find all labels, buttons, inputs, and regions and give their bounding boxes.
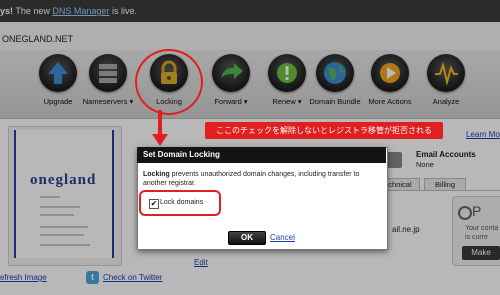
checkbox-highlight-box — [139, 190, 221, 216]
ok-button[interactable]: OK — [228, 231, 266, 245]
dialog-description-bold: Locking — [143, 171, 170, 178]
dialog-title: Set Domain Locking — [137, 147, 386, 163]
dialog-description-text: prevents unauthorized domain changes, in… — [143, 171, 360, 187]
lock-highlight-circle — [135, 49, 203, 115]
annotation-arrow — [152, 110, 168, 146]
cancel-link[interactable]: Cancel — [270, 233, 295, 242]
annotation-callout: ここのチェックを解除しないとレジストラ移管が拒否される — [205, 122, 443, 139]
dialog-description: Locking prevents unauthorized domain cha… — [143, 170, 379, 188]
